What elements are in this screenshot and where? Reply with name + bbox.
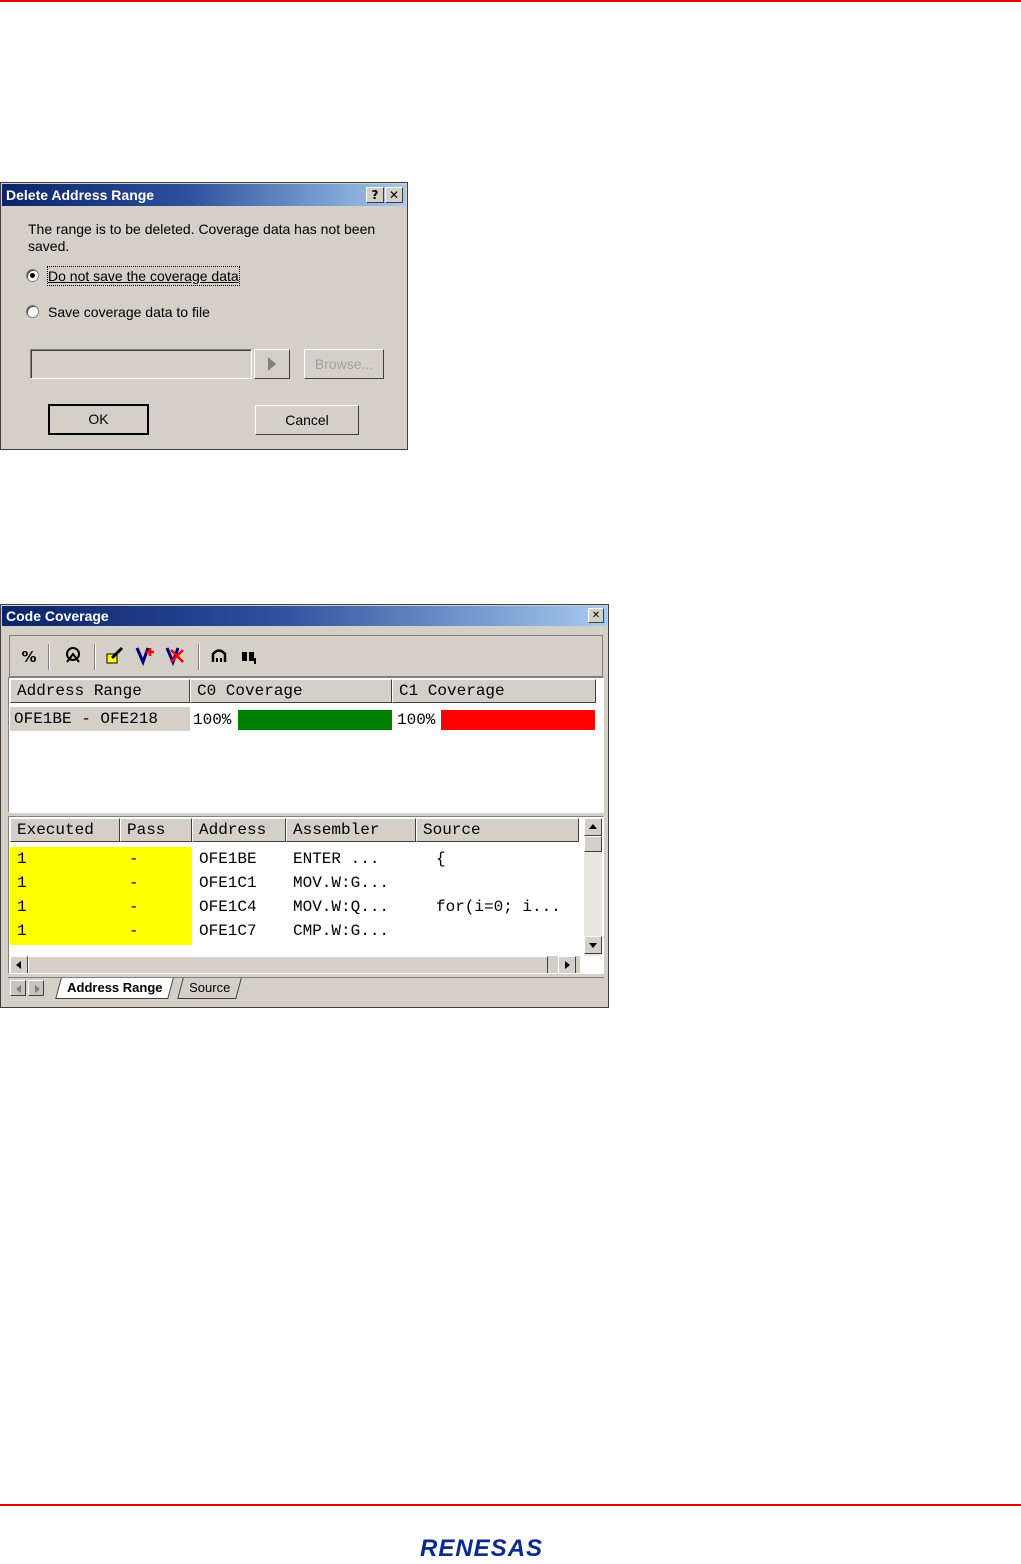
source-cell: for(i=0; i... <box>436 898 561 916</box>
coverage-toolbar: % <box>9 635 603 677</box>
c1-coverage-bar <box>441 710 595 730</box>
arrow-down-icon <box>589 943 597 948</box>
col-header-assembler[interactable]: Assembler <box>286 818 416 842</box>
ok-button[interactable]: OK <box>48 404 149 435</box>
range-coverage-pane: Address Range C0 Coverage C1 Coverage OF… <box>8 677 604 813</box>
executed-cell: 1 <box>17 850 27 868</box>
footer-rule <box>0 1504 1021 1506</box>
toolbar-separator <box>198 644 200 670</box>
cancel-button[interactable]: Cancel <box>255 405 359 435</box>
file-path-input[interactable] <box>30 349 252 379</box>
message-line-1: The range is to be deleted. Coverage dat… <box>28 221 376 237</box>
dialog-titlebar[interactable]: Delete Address Range ? ✕ <box>2 184 406 206</box>
scroll-thumb[interactable] <box>584 836 602 852</box>
option-do-not-save-text: Do not save the coverage data <box>48 268 239 284</box>
assembler-cell: ENTER ... <box>293 850 380 868</box>
col-header-c0-coverage[interactable]: C0 Coverage <box>190 679 392 703</box>
executed-cell: 1 <box>17 898 27 916</box>
scroll-right-button[interactable] <box>558 956 576 973</box>
browse-button[interactable]: Browse... <box>304 349 384 379</box>
c1-coverage-text: 100% <box>397 711 436 729</box>
code-coverage-window: Code Coverage ✕ % Address Range C0 Cover… <box>0 604 609 1008</box>
c0-coverage-bar <box>238 710 392 730</box>
tab-scroll-right[interactable] <box>28 980 44 996</box>
tab-strip: Address Range Source <box>8 977 604 1000</box>
pass-cell: - <box>129 922 139 940</box>
detail-pane: Executed Pass Address Assembler Source 1… <box>8 816 604 974</box>
toolbar-separator <box>94 644 96 670</box>
vertical-scrollbar[interactable] <box>584 818 602 956</box>
executed-cell: 1 <box>17 874 27 892</box>
col-header-c1-coverage[interactable]: C1 Coverage <box>392 679 596 703</box>
option-do-not-save-label: Do not save the coverage data <box>47 266 240 286</box>
option-save-to-file-label: Save coverage data to file <box>48 304 210 320</box>
coverage-close-button[interactable]: ✕ <box>588 608 604 623</box>
arrow-left-icon <box>16 961 21 969</box>
tab-source-label: Source <box>189 980 231 995</box>
tab-scroll-left[interactable] <box>10 980 26 996</box>
source-cell: { <box>436 850 446 868</box>
satellite-icon[interactable] <box>60 644 86 670</box>
executed-cell: 1 <box>17 922 27 940</box>
c0-coverage-text: 100% <box>193 711 232 729</box>
file-history-button[interactable] <box>254 349 290 379</box>
address-cell: OFE1C7 <box>199 922 257 940</box>
dialog-message: The range is to be deleted. Coverage dat… <box>28 221 398 255</box>
coverage-title: Code Coverage <box>6 608 109 624</box>
header-rule <box>0 0 1021 2</box>
refresh-icon[interactable] <box>206 644 232 670</box>
arrow-right-icon <box>565 961 570 969</box>
renesas-logo: RENESAS <box>420 1535 544 1562</box>
find-icon[interactable] <box>236 644 262 670</box>
range-cell: OFE1BE - OFE218 <box>10 707 190 731</box>
assembler-cell: MOV.W:G... <box>293 874 390 892</box>
scroll-up-button[interactable] <box>584 818 602 836</box>
help-button[interactable]: ? <box>366 187 384 203</box>
address-cell: OFE1C4 <box>199 898 257 916</box>
table-row[interactable]: 1 - OFE1BE ENTER ... { <box>9 847 579 871</box>
assembler-cell: CMP.W:G... <box>293 922 390 940</box>
col-header-executed[interactable]: Executed <box>10 818 120 842</box>
address-cell: OFE1C1 <box>199 874 257 892</box>
radio-do-not-save[interactable] <box>26 269 39 282</box>
delete-address-range-dialog: Delete Address Range ? ✕ The range is to… <box>0 182 408 450</box>
pass-cell: - <box>129 898 139 916</box>
pass-cell: - <box>129 874 139 892</box>
close-icon: ✕ <box>388 188 400 202</box>
add-range-icon[interactable] <box>132 644 158 670</box>
toolbar-separator <box>48 644 50 670</box>
table-row[interactable]: 1 - OFE1C7 CMP.W:G... <box>9 919 579 943</box>
dialog-close-button[interactable]: ✕ <box>385 187 403 203</box>
assembler-cell: MOV.W:Q... <box>293 898 390 916</box>
play-arrow-icon <box>268 357 276 371</box>
col-header-pass[interactable]: Pass <box>120 818 192 842</box>
dialog-title: Delete Address Range <box>6 187 155 203</box>
col-header-address[interactable]: Address <box>192 818 286 842</box>
col-header-address-range[interactable]: Address Range <box>10 679 190 703</box>
col-header-source[interactable]: Source <box>416 818 579 842</box>
tab-address-range[interactable]: Address Range <box>55 978 175 999</box>
table-row[interactable]: 1 - OFE1C4 MOV.W:Q... for(i=0; i... <box>9 895 579 919</box>
arrow-right-icon <box>35 985 40 993</box>
radio-save-to-file[interactable] <box>26 305 39 318</box>
delete-range-icon[interactable] <box>162 644 188 670</box>
tab-source[interactable]: Source <box>177 978 243 999</box>
scroll-down-button[interactable] <box>584 936 602 954</box>
tab-address-range-label: Address Range <box>67 980 163 995</box>
horizontal-scrollbar[interactable] <box>10 956 580 973</box>
pass-cell: - <box>129 850 139 868</box>
table-row[interactable]: 1 - OFE1C1 MOV.W:G... <box>9 871 579 895</box>
coverage-titlebar[interactable]: Code Coverage ✕ <box>2 606 607 626</box>
close-icon: ✕ <box>591 610 601 621</box>
message-line-2: saved. <box>28 238 70 254</box>
scroll-left-button[interactable] <box>10 956 28 973</box>
horizontal-scroll-thumb[interactable] <box>28 956 548 973</box>
arrow-left-icon <box>16 985 21 993</box>
address-cell: OFE1BE <box>199 850 257 868</box>
percent-icon[interactable]: % <box>16 644 42 670</box>
edit-range-icon[interactable] <box>102 644 128 670</box>
arrow-up-icon <box>589 824 597 829</box>
